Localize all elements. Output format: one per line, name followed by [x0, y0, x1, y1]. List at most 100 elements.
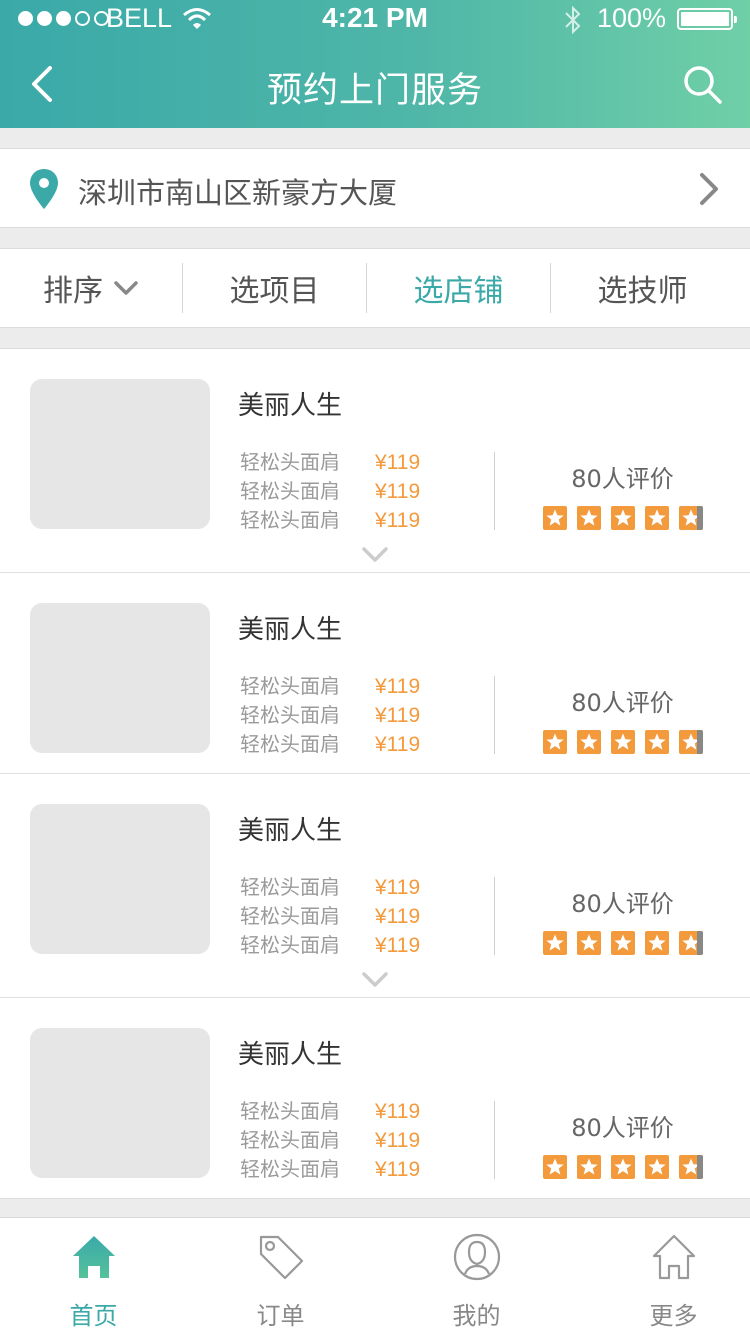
review-count: 80人评价	[571, 465, 674, 493]
star-icon	[679, 506, 703, 530]
star-icon	[577, 506, 601, 530]
star-icon	[577, 1155, 601, 1179]
service-price: ¥119	[375, 876, 421, 899]
divider	[494, 452, 495, 530]
home-icon	[72, 1236, 115, 1278]
location-pin-icon	[30, 169, 58, 209]
service-row: 轻松头面肩 ¥119	[240, 1097, 480, 1126]
service-row: 轻松头面肩 ¥119	[240, 448, 480, 477]
bottom-tab-bar: 首页 订单 我的 更多	[0, 1217, 750, 1334]
filter-tab-label: 选项目	[229, 274, 320, 309]
service-name: 轻松头面肩	[240, 732, 340, 756]
tab-label: 更多	[649, 1302, 698, 1330]
app-header: BELL 4:21 PM 100% 预约上门服务	[0, 0, 750, 128]
search-icon[interactable]	[680, 62, 726, 106]
tab-label: 首页	[69, 1302, 118, 1330]
star-icon	[679, 931, 703, 955]
service-price: ¥119	[375, 905, 421, 928]
filter-tab-technician[interactable]: 选技师	[551, 249, 734, 327]
battery-icon	[677, 8, 737, 30]
shop-list: 美丽人生 轻松头面肩 ¥119 轻松头面肩 ¥119 轻松头面肩 ¥119 80…	[0, 348, 750, 1199]
chevron-right-icon	[700, 173, 718, 205]
filter-tab-sort[interactable]: 排序	[0, 249, 182, 327]
service-name: 轻松头面肩	[240, 479, 340, 503]
service-price: ¥119	[375, 1158, 421, 1181]
star-icon	[611, 1155, 635, 1179]
service-price: ¥119	[375, 733, 421, 756]
review-count: 80人评价	[571, 1114, 674, 1142]
list-item[interactable]: 美丽人生 轻松头面肩 ¥119 轻松头面肩 ¥119 轻松头面肩 ¥119 80…	[0, 573, 750, 774]
shop-thumbnail	[30, 603, 210, 753]
expand-chevron-icon[interactable]	[361, 546, 389, 564]
tab-home[interactable]: 首页	[0, 1218, 187, 1334]
star-icon	[543, 506, 567, 530]
service-row: 轻松头面肩 ¥119	[240, 902, 480, 931]
tab-profile[interactable]: 我的	[383, 1218, 570, 1334]
service-row: 轻松头面肩 ¥119	[240, 873, 480, 902]
service-name: 轻松头面肩	[240, 703, 340, 727]
divider	[494, 1101, 495, 1179]
shop-name: 美丽人生	[238, 615, 343, 645]
location-selector[interactable]: 深圳市南山区新豪方大厦	[0, 148, 750, 228]
tab-more[interactable]: 更多	[580, 1218, 750, 1334]
filter-tab-project[interactable]: 选项目	[183, 249, 366, 327]
service-name: 轻松头面肩	[240, 933, 340, 957]
bluetooth-icon	[565, 5, 581, 35]
star-icon	[543, 931, 567, 955]
filter-tab-shop[interactable]: 选店铺	[367, 249, 550, 327]
list-item[interactable]: 美丽人生 轻松头面肩 ¥119 轻松头面肩 ¥119 轻松头面肩 ¥119 80…	[0, 774, 750, 998]
expand-chevron-icon[interactable]	[361, 971, 389, 989]
page-title: 预约上门服务	[266, 71, 483, 111]
service-price: ¥119	[375, 451, 421, 474]
list-item[interactable]: 美丽人生 轻松头面肩 ¥119 轻松头面肩 ¥119 轻松头面肩 ¥119 80…	[0, 998, 750, 1199]
service-name: 轻松头面肩	[240, 674, 340, 698]
review-count: 80人评价	[571, 689, 674, 717]
service-price: ¥119	[375, 675, 421, 698]
service-row: 轻松头面肩 ¥119	[240, 1126, 480, 1155]
filter-tab-label: 选店铺	[413, 274, 504, 309]
tab-orders[interactable]: 订单	[187, 1218, 374, 1334]
star-icon	[645, 1155, 669, 1179]
star-icon	[611, 931, 635, 955]
location-address: 深圳市南山区新豪方大厦	[78, 176, 398, 210]
service-price: ¥119	[375, 480, 421, 503]
service-name: 轻松头面肩	[240, 508, 340, 532]
service-row: 轻松头面肩 ¥119	[240, 672, 480, 701]
service-name: 轻松头面肩	[240, 1128, 340, 1152]
star-icon	[577, 730, 601, 754]
service-name: 轻松头面肩	[240, 1157, 340, 1181]
star-icon	[645, 506, 669, 530]
service-row: 轻松头面肩 ¥119	[240, 506, 480, 535]
service-name: 轻松头面肩	[240, 1099, 340, 1123]
service-row: 轻松头面肩 ¥119	[240, 1155, 480, 1184]
star-icon	[611, 730, 635, 754]
star-icon	[645, 931, 669, 955]
shop-name: 美丽人生	[238, 1040, 343, 1070]
star-icon	[679, 1155, 703, 1179]
service-row: 轻松头面肩 ¥119	[240, 477, 480, 506]
service-price: ¥119	[375, 934, 421, 957]
star-icon	[679, 730, 703, 754]
shop-name: 美丽人生	[238, 391, 343, 421]
star-rating	[543, 931, 703, 955]
tag-icon	[259, 1235, 303, 1280]
service-price: ¥119	[375, 1100, 421, 1123]
filter-tab-label: 排序	[43, 274, 103, 309]
divider	[494, 877, 495, 955]
star-icon	[543, 730, 567, 754]
service-row: 轻松头面肩 ¥119	[240, 701, 480, 730]
shop-thumbnail	[30, 804, 210, 954]
service-name: 轻松头面肩	[240, 875, 340, 899]
service-name: 轻松头面肩	[240, 904, 340, 928]
filter-bar: 排序 选项目 选店铺 选技师	[0, 248, 750, 328]
service-price: ¥119	[375, 1129, 421, 1152]
service-name: 轻松头面肩	[240, 450, 340, 474]
review-count: 80人评价	[571, 890, 674, 918]
star-rating	[543, 1155, 703, 1179]
divider	[494, 676, 495, 754]
list-item[interactable]: 美丽人生 轻松头面肩 ¥119 轻松头面肩 ¥119 轻松头面肩 ¥119 80…	[0, 349, 750, 573]
status-bar: BELL 4:21 PM 100%	[0, 0, 750, 40]
star-icon	[611, 506, 635, 530]
shop-name: 美丽人生	[238, 816, 343, 846]
star-icon	[577, 931, 601, 955]
